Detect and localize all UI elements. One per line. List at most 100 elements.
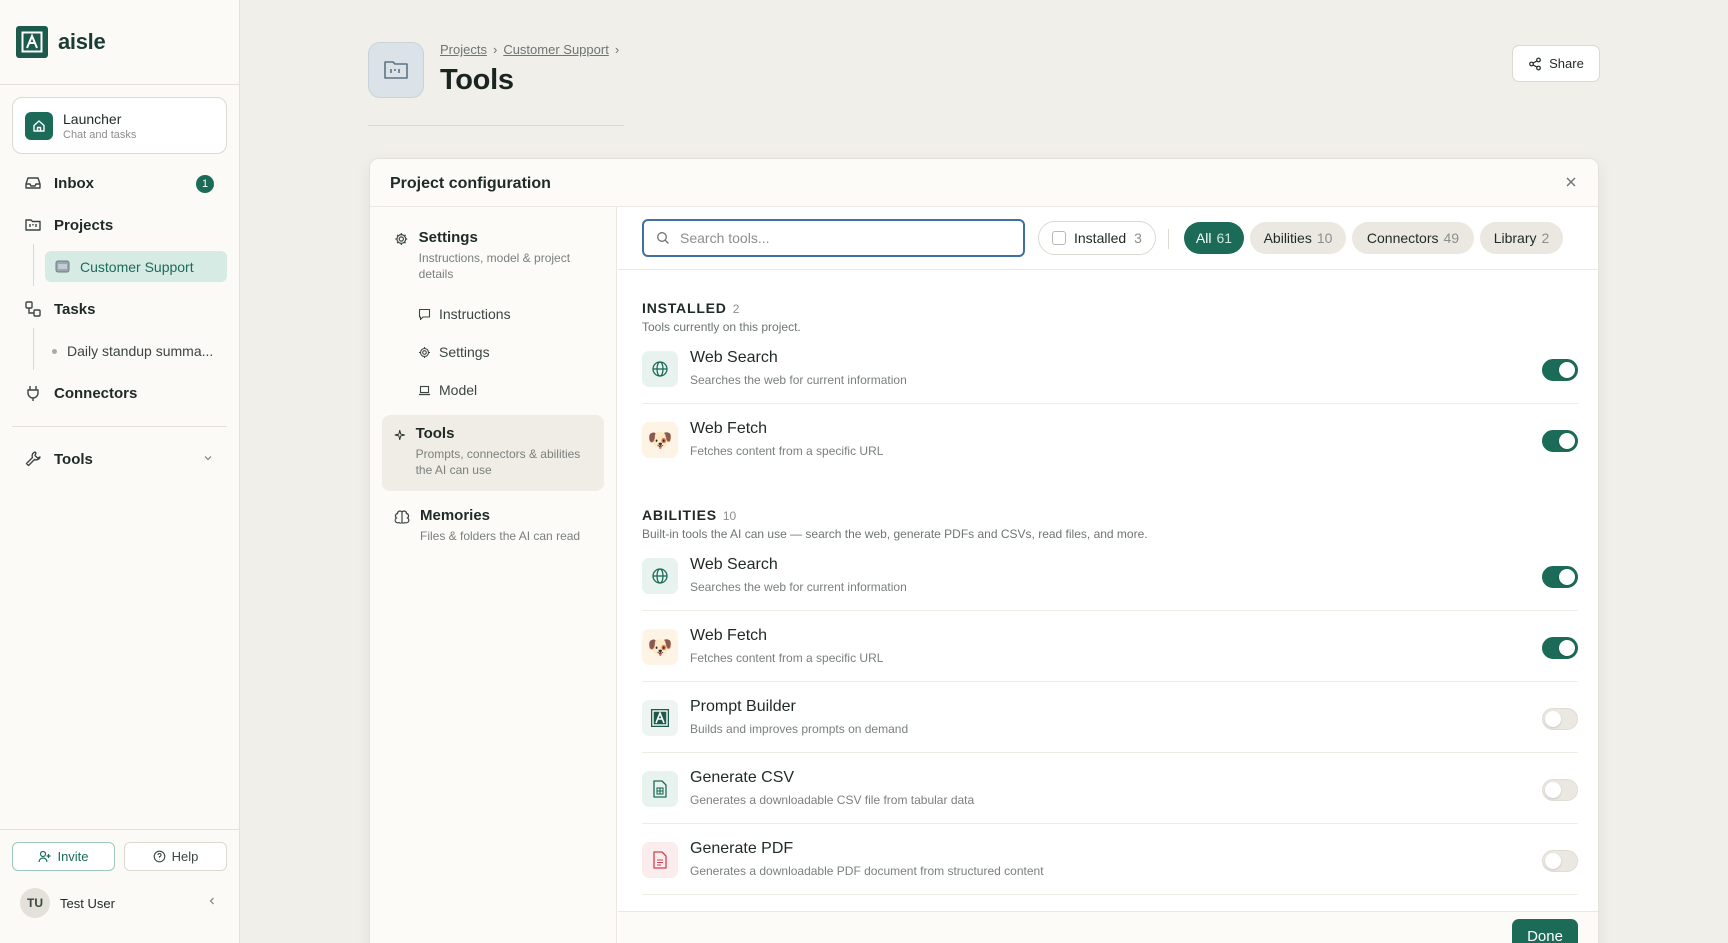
tool-toggle[interactable] — [1542, 779, 1578, 801]
tool-toggle[interactable] — [1542, 850, 1578, 872]
sidebar-item-label: Tasks — [54, 300, 96, 318]
tree-line — [33, 244, 34, 286]
subsection-model[interactable]: Model — [418, 382, 477, 398]
aisle-logo-icon — [642, 700, 678, 736]
user-plus-icon — [38, 850, 51, 863]
search-icon — [657, 232, 669, 244]
tool-row[interactable]: Generate CSV Generates a downloadable CS… — [642, 753, 1578, 824]
toggle-knob — [1559, 362, 1575, 378]
share-label: Share — [1549, 56, 1584, 71]
gear-icon — [395, 233, 408, 245]
tool-row[interactable]: 🐶 Web Fetch Fetches content from a speci… — [642, 611, 1578, 682]
collapse-sidebar-icon[interactable] — [206, 895, 218, 907]
sidebar-item-customer-support[interactable]: Customer Support — [45, 251, 227, 282]
csv-file-icon — [642, 771, 678, 807]
tool-name: Prompt Builder — [690, 698, 796, 715]
help-button[interactable]: Help — [124, 842, 227, 871]
sidebar-item-task[interactable]: Daily standup summa... — [52, 343, 213, 359]
tool-row[interactable]: 🐶 Web Fetch Fetches content from a speci… — [642, 404, 1578, 475]
chip-connectors[interactable]: Connectors 49 — [1352, 222, 1474, 254]
project-configuration-modal: Project configuration Settings Instructi… — [369, 158, 1599, 943]
user-menu[interactable]: TU Test User — [20, 888, 115, 918]
tool-row[interactable]: Web Search Searches the web for current … — [642, 540, 1578, 611]
installed-filter-label: Installed — [1074, 230, 1127, 246]
section-title: Settings — [418, 229, 478, 246]
subsection-label: Model — [439, 382, 478, 398]
subsection-instructions[interactable]: Instructions — [418, 306, 511, 322]
tool-toggle[interactable] — [1542, 566, 1578, 588]
toggle-knob — [1559, 433, 1575, 449]
sidebar-item-projects[interactable]: Projects — [24, 216, 113, 234]
tools-toolbar: Installed 3 All 61 Abilities 10 Connecto… — [618, 207, 1598, 270]
tree-line — [33, 328, 34, 370]
tool-toggle[interactable] — [1542, 359, 1578, 381]
avatar: TU — [20, 888, 50, 918]
tool-toggle[interactable] — [1542, 430, 1578, 452]
tool-name: Web Fetch — [690, 627, 768, 644]
tool-name: Generate CSV — [690, 769, 795, 786]
help-label: Help — [171, 849, 199, 864]
section-settings[interactable]: Settings Instructions, model & project d… — [382, 219, 604, 292]
tool-desc: Fetches content from a specific URL — [690, 651, 884, 665]
installed-filter[interactable]: Installed 3 — [1038, 221, 1156, 255]
chip-all[interactable]: All 61 — [1184, 222, 1244, 254]
brain-icon — [394, 510, 410, 524]
group-title-installed: INSTALLED 2 — [642, 300, 739, 316]
group-count: 10 — [722, 509, 737, 523]
share-icon — [1529, 57, 1542, 70]
sidebar-item-label: Projects — [54, 216, 114, 234]
launcher-button[interactable]: Launcher Chat and tasks — [12, 97, 227, 154]
share-button[interactable]: Share — [1512, 45, 1600, 82]
bullet-icon — [52, 348, 57, 354]
sidebar-item-inbox[interactable]: Inbox — [24, 174, 94, 192]
sidebar-item-tools[interactable]: Tools — [24, 450, 93, 468]
divider — [12, 426, 227, 427]
modal-header: Project configuration — [370, 159, 1598, 207]
divider — [0, 84, 240, 85]
aisle-logo-icon — [16, 26, 48, 58]
tool-desc: Searches the web for current information — [690, 580, 907, 594]
tool-desc: Builds and improves prompts on demand — [690, 722, 909, 736]
toggle-knob — [1559, 569, 1575, 585]
brand[interactable]: aisle — [16, 26, 106, 58]
tool-name: Web Search — [690, 556, 778, 573]
tool-toggle[interactable] — [1542, 708, 1578, 730]
subsection-label: Settings — [439, 344, 490, 360]
section-memories[interactable]: Memories Files & folders the AI can read — [382, 497, 604, 554]
breadcrumb-customer-support[interactable]: Customer Support — [503, 42, 609, 57]
sparkle-icon — [394, 429, 405, 441]
breadcrumb-separator-icon: › — [614, 42, 620, 57]
tool-row[interactable]: Generate PDF Generates a downloadable PD… — [642, 824, 1578, 895]
chip-abilities[interactable]: Abilities 10 — [1250, 222, 1346, 254]
section-desc: Instructions, model & project details — [418, 251, 571, 281]
sidebar-item-connectors[interactable]: Connectors — [24, 384, 137, 402]
chip-count: 61 — [1216, 230, 1233, 246]
invite-button[interactable]: Invite — [12, 842, 115, 871]
tool-row[interactable]: Web Search Searches the web for current … — [642, 333, 1578, 404]
done-button[interactable]: Done — [1512, 919, 1578, 943]
tool-toggle[interactable] — [1542, 637, 1578, 659]
chevron-down-icon[interactable] — [202, 452, 214, 464]
breadcrumb-separator-icon: › — [492, 42, 498, 57]
close-icon[interactable] — [1564, 175, 1578, 189]
section-tools[interactable]: Tools Prompts, connectors & abilities th… — [382, 415, 604, 491]
tool-row[interactable]: Prompt Builder Builds and improves promp… — [642, 682, 1578, 753]
breadcrumb-projects[interactable]: Projects — [440, 42, 487, 57]
pdf-file-icon — [642, 842, 678, 878]
subsection-label: Instructions — [439, 306, 511, 322]
group-count: 2 — [732, 302, 740, 316]
dog-icon: 🐶 — [642, 629, 678, 665]
project-folder-tile — [368, 42, 424, 98]
installed-checkbox[interactable] — [1052, 231, 1066, 245]
sidebar-item-tasks[interactable]: Tasks — [24, 300, 95, 318]
wrench-icon — [25, 451, 41, 467]
launcher-subtitle: Chat and tasks — [63, 128, 137, 141]
chip-label: Connectors — [1366, 230, 1439, 246]
search-box[interactable] — [642, 219, 1025, 257]
tools-panel: Installed 3 All 61 Abilities 10 Connecto… — [618, 207, 1598, 943]
subsection-settings[interactable]: Settings — [418, 344, 490, 360]
config-nav: Settings Instructions, model & project d… — [370, 207, 617, 943]
home-icon — [25, 111, 53, 140]
chip-library[interactable]: Library 2 — [1480, 222, 1563, 254]
search-input[interactable] — [680, 230, 1000, 246]
